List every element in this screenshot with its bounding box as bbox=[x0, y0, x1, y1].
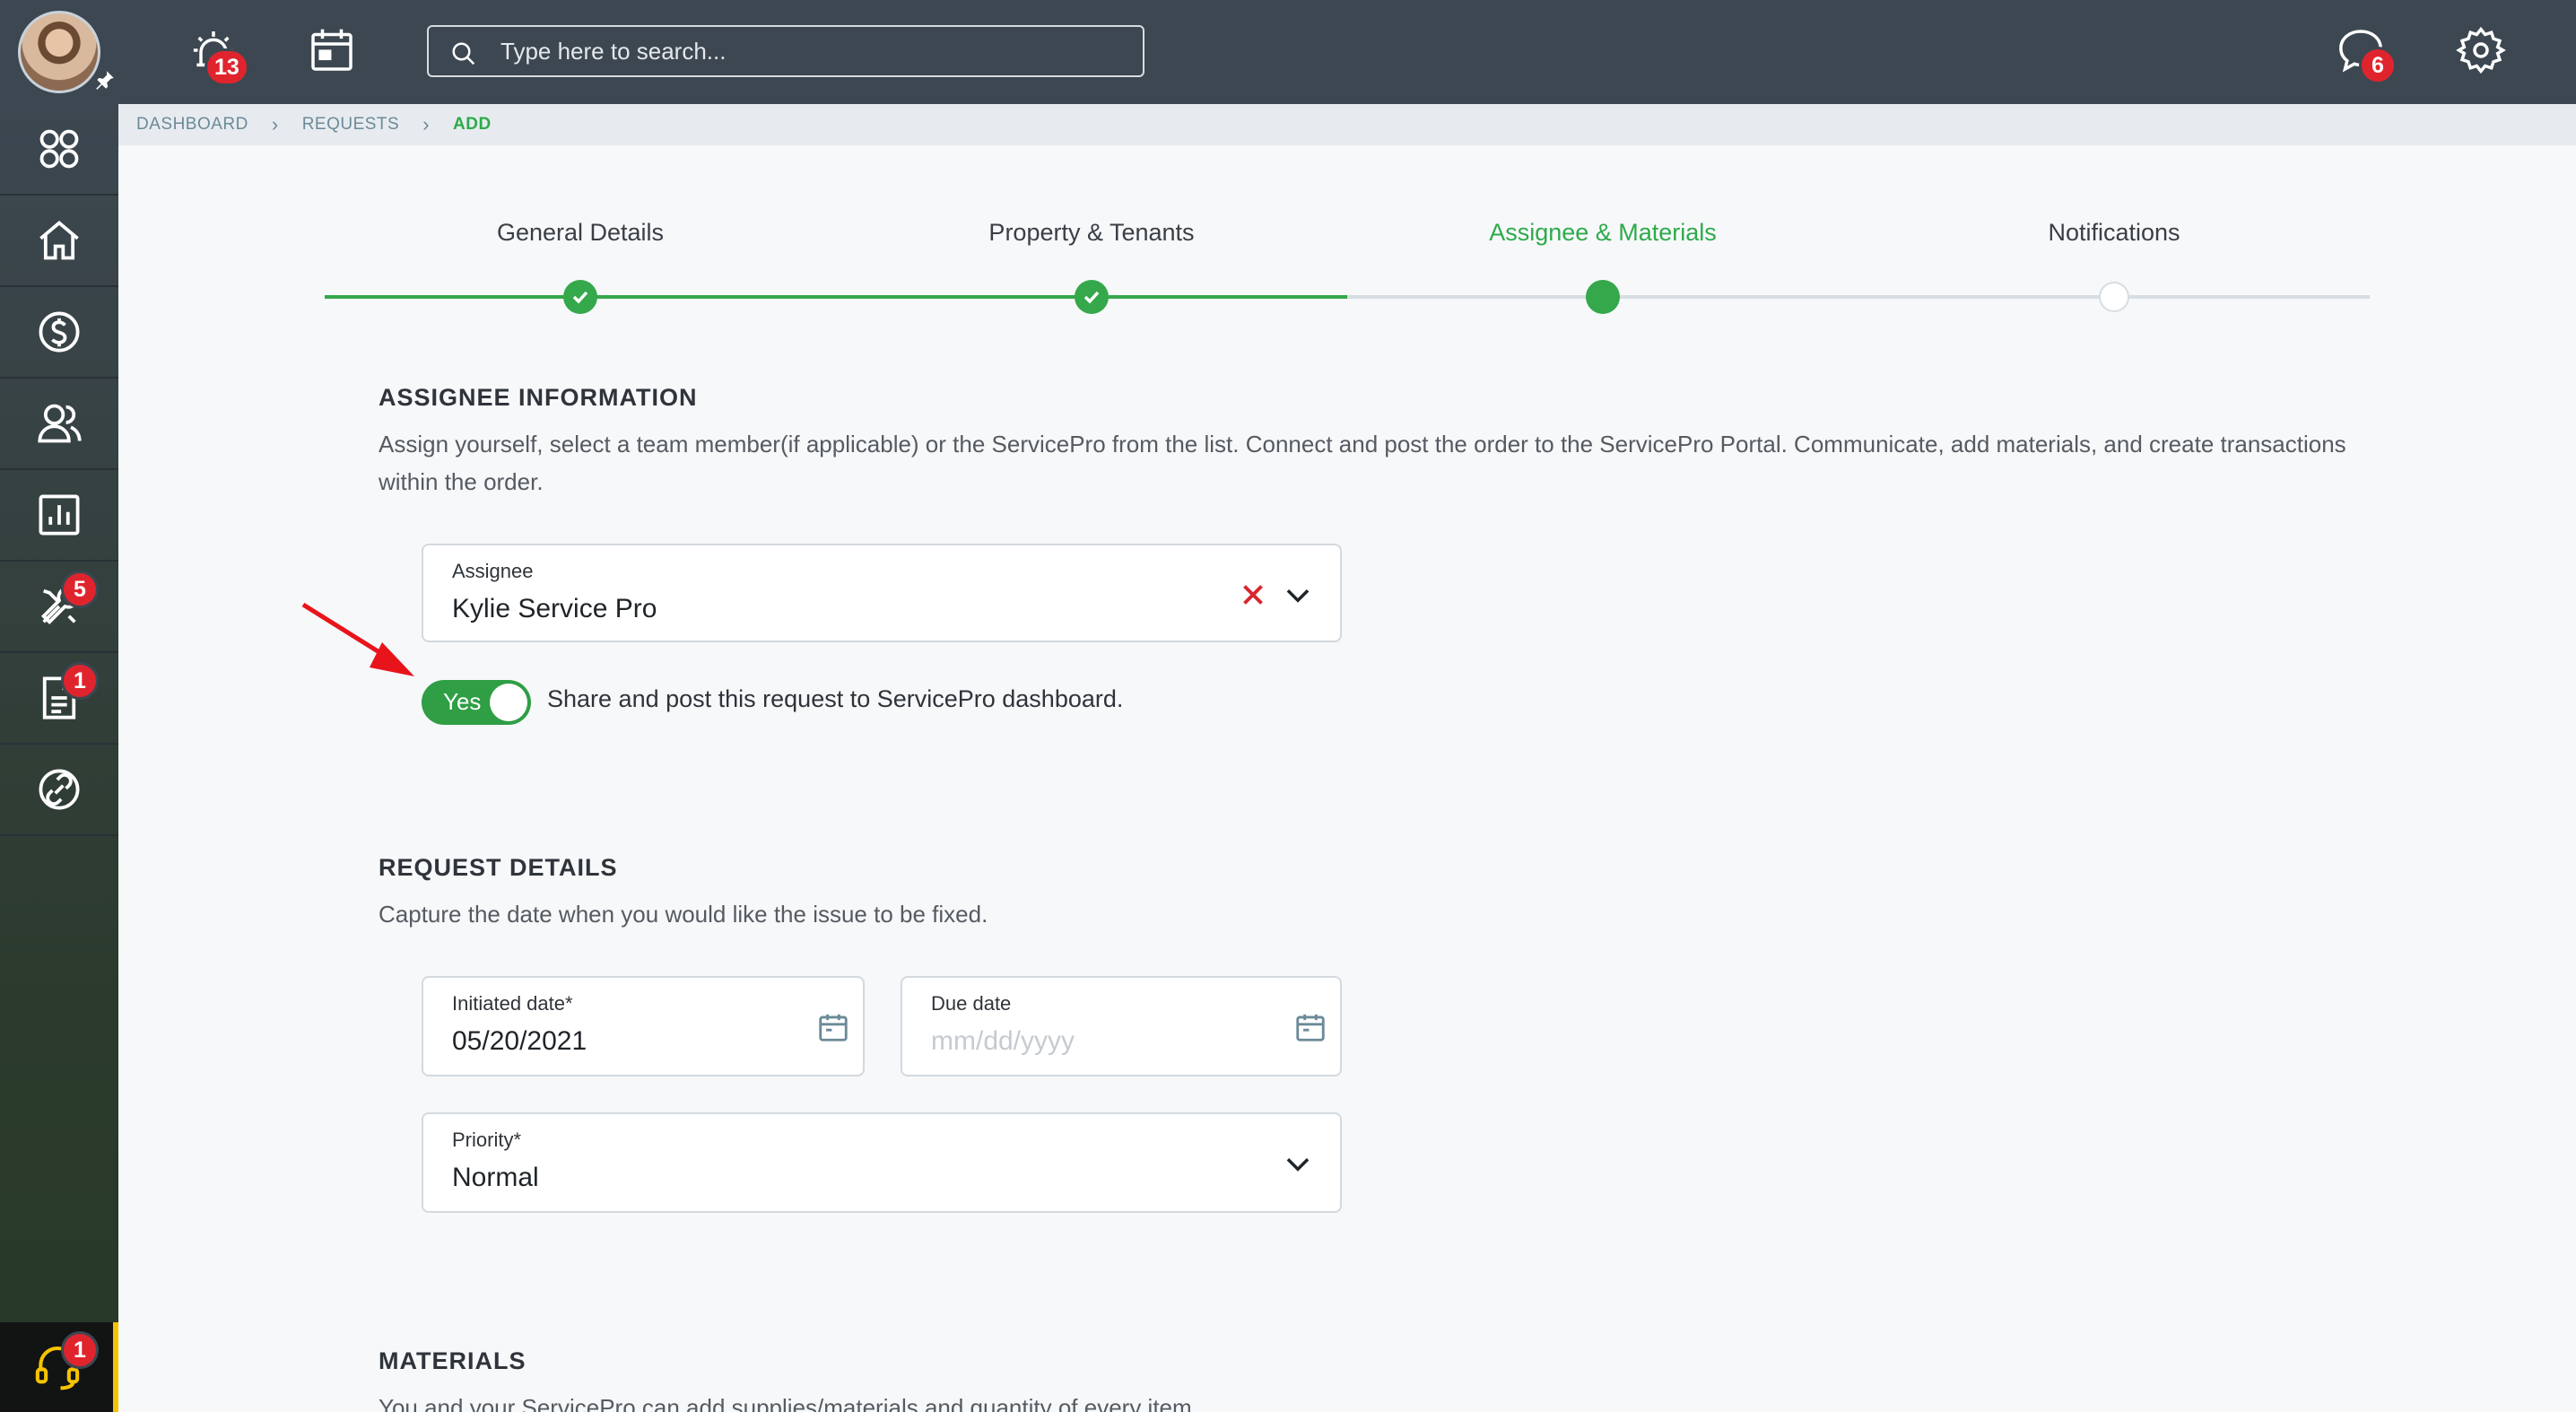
annotation-arrow bbox=[301, 602, 414, 676]
maintenance-badge: 5 bbox=[61, 571, 99, 608]
sidebar-item-reports[interactable] bbox=[0, 470, 118, 562]
share-toggle-caption: Share and post this request to ServicePr… bbox=[547, 685, 1124, 712]
breadcrumb-dashboard[interactable]: DASHBOARD bbox=[136, 115, 248, 135]
messages-button[interactable]: 6 bbox=[2336, 25, 2397, 84]
due-date-label: Due date bbox=[931, 992, 1012, 1015]
initiated-date-label: Initiated date* bbox=[452, 992, 573, 1015]
calendar-icon[interactable] bbox=[816, 1010, 850, 1044]
users-icon bbox=[38, 404, 82, 443]
pin-icon bbox=[96, 71, 114, 90]
sidebar-item-home[interactable] bbox=[0, 196, 118, 287]
step-property-tenants[interactable]: Property & Tenants bbox=[988, 219, 1194, 247]
gear-icon bbox=[2456, 26, 2506, 74]
sidebar-item-links[interactable] bbox=[0, 745, 118, 836]
link-icon bbox=[39, 769, 80, 810]
materials-section-title: MATERIALS bbox=[379, 1347, 527, 1374]
request-section-title: REQUEST DETAILS bbox=[379, 854, 618, 881]
alerts-badge: 13 bbox=[205, 48, 249, 86]
sidebar-item-dashboard[interactable] bbox=[0, 104, 118, 196]
step-notifications[interactable]: Notifications bbox=[2048, 219, 2180, 247]
step-current-dot bbox=[1586, 280, 1620, 314]
sidebar: 5 1 bbox=[0, 104, 118, 1412]
clear-icon[interactable] bbox=[1236, 578, 1270, 612]
chevron-right-icon: › bbox=[271, 113, 279, 135]
priority-select[interactable]: Priority* Normal bbox=[422, 1112, 1342, 1213]
initiated-date-field[interactable]: Initiated date* 05/20/2021 bbox=[422, 976, 865, 1076]
chevron-right-icon: › bbox=[422, 113, 431, 135]
breadcrumb: DASHBOARD › REQUESTS › ADD bbox=[118, 104, 2576, 145]
alerts-button[interactable]: 13 bbox=[188, 25, 249, 86]
help-badge: 1 bbox=[61, 1331, 99, 1369]
chevron-down-icon[interactable] bbox=[1281, 1146, 1315, 1181]
settings-button[interactable] bbox=[2456, 25, 2506, 75]
step-assignee-materials[interactable]: Assignee & Materials bbox=[1489, 219, 1717, 247]
assignee-value: Kylie Service Pro bbox=[452, 594, 657, 623]
step-done-check-icon bbox=[563, 280, 597, 314]
step-general-details[interactable]: General Details bbox=[497, 219, 664, 247]
assignee-select[interactable]: Assignee Kylie Service Pro bbox=[422, 544, 1342, 642]
sidebar-item-people[interactable] bbox=[0, 379, 118, 470]
documents-badge: 1 bbox=[61, 662, 99, 700]
calendar-icon[interactable] bbox=[1293, 1010, 1327, 1044]
search-bar bbox=[427, 25, 1144, 77]
assignee-label: Assignee bbox=[452, 560, 534, 582]
toggle-label: Yes bbox=[443, 688, 482, 715]
breadcrumb-requests[interactable]: REQUESTS bbox=[302, 115, 400, 135]
top-bar: 13 6 bbox=[0, 0, 2576, 104]
share-toggle[interactable]: Yes bbox=[422, 680, 531, 725]
calendar-button[interactable] bbox=[307, 25, 357, 75]
chevron-down-icon[interactable] bbox=[1281, 578, 1315, 612]
sidebar-item-documents[interactable]: 1 bbox=[0, 653, 118, 745]
search-icon bbox=[452, 42, 475, 65]
sidebar-item-accounting[interactable] bbox=[0, 287, 118, 379]
step-done-check-icon bbox=[1075, 280, 1109, 314]
due-date-field[interactable]: Due date mm/dd/yyyy bbox=[901, 976, 1342, 1076]
sidebar-item-help[interactable]: 1 bbox=[0, 1322, 118, 1412]
sidebar-item-maintenance[interactable]: 5 bbox=[0, 562, 118, 653]
materials-section-description: You and your ServicePro can add supplies… bbox=[379, 1394, 1198, 1412]
stepper: General Details Property & Tenants Assig… bbox=[325, 215, 2370, 314]
toggle-knob bbox=[490, 684, 527, 721]
search-input[interactable] bbox=[500, 27, 1128, 75]
home-icon bbox=[39, 221, 79, 260]
due-date-placeholder: mm/dd/yyyy bbox=[931, 1026, 1075, 1056]
assignee-section-description: Assign yourself, select a team member(if… bbox=[379, 431, 2346, 495]
messages-badge: 6 bbox=[2359, 47, 2397, 84]
reports-icon bbox=[39, 494, 80, 536]
dollar-icon bbox=[39, 311, 80, 353]
assignee-section-title: ASSIGNEE INFORMATION bbox=[379, 384, 698, 411]
dashboard-icon bbox=[39, 129, 79, 169]
user-avatar[interactable] bbox=[18, 11, 100, 93]
calendar-icon bbox=[311, 29, 352, 71]
breadcrumb-add: ADD bbox=[453, 115, 492, 134]
stepper-progress bbox=[325, 295, 1347, 299]
initiated-date-value: 05/20/2021 bbox=[452, 1026, 587, 1056]
priority-value: Normal bbox=[452, 1163, 539, 1192]
step-pending-dot bbox=[2099, 282, 2129, 312]
request-section-description: Capture the date when you would like the… bbox=[379, 901, 988, 928]
priority-label: Priority* bbox=[452, 1129, 522, 1151]
